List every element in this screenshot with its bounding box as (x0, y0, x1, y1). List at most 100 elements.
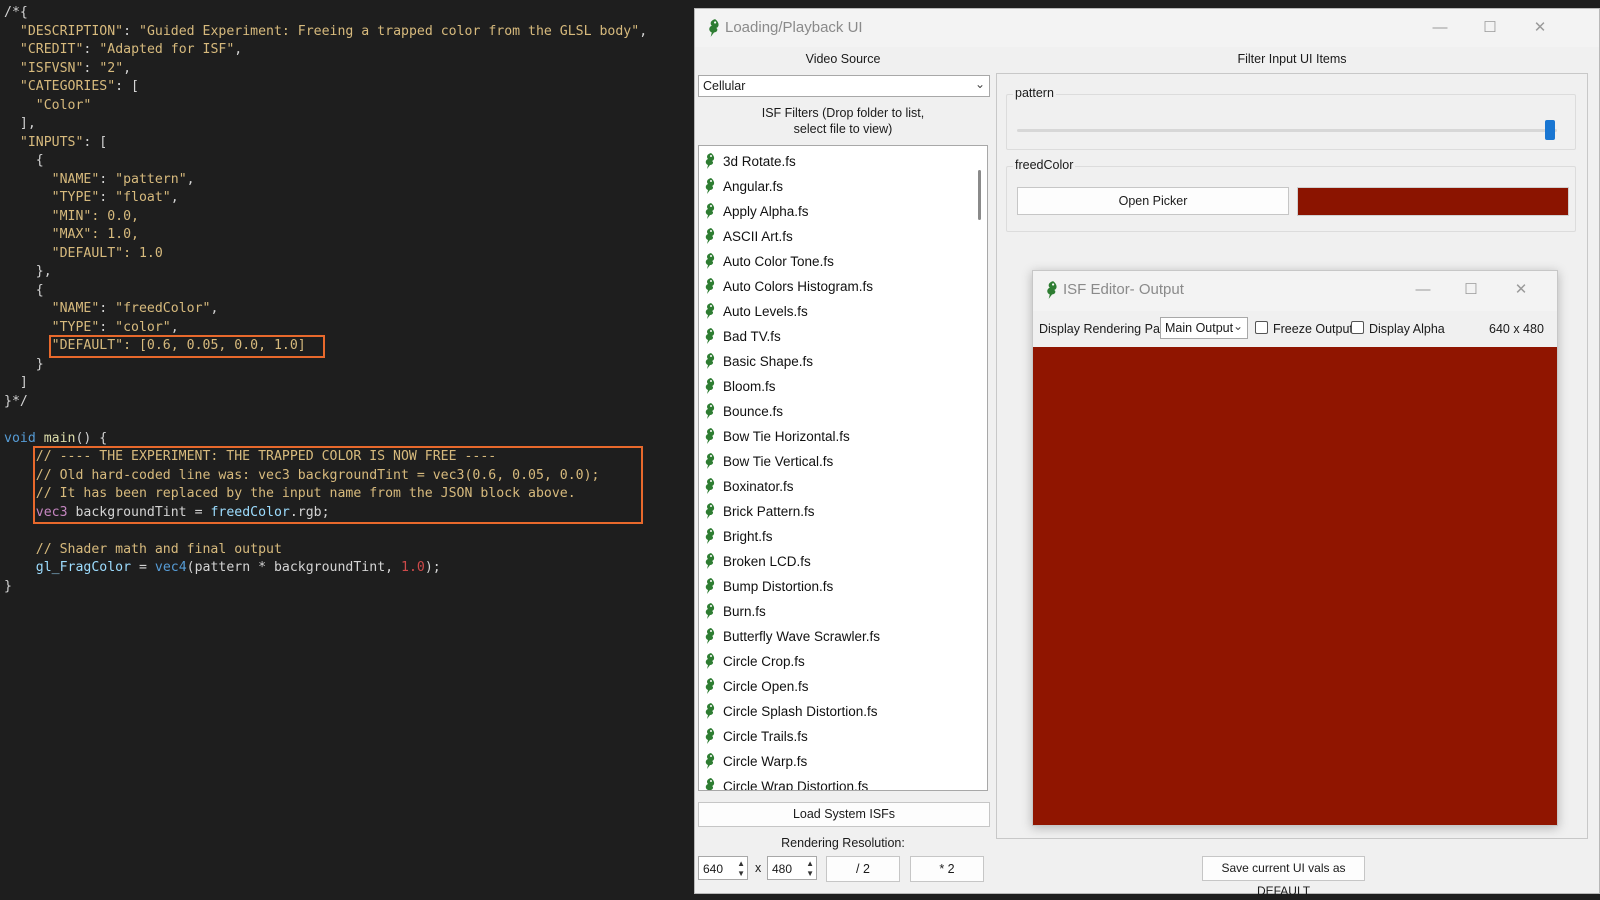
filter-list-item[interactable]: Bow Tie Vertical.fs (703, 450, 963, 474)
code-token: "CREDIT" (19, 42, 84, 57)
filter-list-item[interactable]: ASCII Art.fs (703, 225, 963, 249)
code-line: "INPUTS": [ (4, 134, 107, 153)
resolution-height-spinbox[interactable]: 480 ▲ ▼ (767, 856, 817, 880)
code-token: , (170, 190, 179, 205)
code-token: , (210, 301, 219, 316)
half-resolution-button[interactable]: / 2 (826, 856, 900, 882)
filter-name: Circle Wrap Distortion.fs (723, 779, 869, 791)
load-system-isfs-button[interactable]: Load System ISFs (698, 802, 990, 827)
filter-name: Circle Splash Distortion.fs (723, 704, 878, 719)
code-line: "TYPE": "color", (4, 319, 179, 338)
filter-list-item[interactable]: Bounce.fs (703, 400, 963, 424)
display-alpha-checkbox[interactable] (1351, 321, 1364, 334)
filter-list-item[interactable]: Burn.fs (703, 600, 963, 624)
code-line: "NAME": "pattern", (4, 171, 195, 190)
save-default-button[interactable]: Save current UI vals as DEFAULT (1202, 856, 1365, 898)
resolution-width-spinbox[interactable]: 640 ▲ ▼ (698, 856, 748, 880)
code-token: }*/ (4, 393, 28, 409)
filter-list-item[interactable]: Auto Color Tone.fs (703, 250, 963, 274)
code-token: , (186, 171, 195, 187)
isf-file-icon (705, 578, 715, 594)
filter-list-item[interactable]: Bloom.fs (703, 375, 963, 399)
spin-up-icon[interactable]: ▲ (806, 859, 814, 868)
isf-file-icon (705, 278, 715, 294)
freeze-output-checkbox[interactable] (1255, 321, 1268, 334)
filter-list-item[interactable]: Auto Colors Histogram.fs (703, 275, 963, 299)
filter-name: 3d Rotate.fs (723, 154, 796, 169)
isf-filters-label-line2: select file to view) (793, 122, 893, 136)
spin-down-icon[interactable]: ▼ (806, 869, 814, 878)
filter-list-item[interactable]: Circle Wrap Distortion.fs (703, 775, 963, 791)
minimize-button[interactable]: — (1425, 17, 1455, 39)
filter-list-item[interactable]: Brick Pattern.fs (703, 500, 963, 524)
filter-list-scrollbar[interactable] (973, 146, 987, 790)
code-line: "DEFAULT": 1.0 (4, 245, 163, 264)
isf-filter-list[interactable]: 3d Rotate.fs Angular.fs Apply Alpha.fs ASCI… (698, 145, 988, 791)
filter-list-item[interactable]: Circle Splash Distortion.fs (703, 700, 963, 724)
video-source-label: Video Source (805, 52, 881, 66)
code-token: : 0.0, (91, 208, 139, 224)
filter-list-item[interactable]: Broken LCD.fs (703, 550, 963, 574)
filter-list-item[interactable]: Bump Distortion.fs (703, 575, 963, 599)
code-token: { (4, 153, 44, 168)
code-token: "Color" (35, 97, 92, 113)
pattern-slider-track[interactable] (1017, 129, 1557, 132)
code-token: // Old hard-coded line was: vec3 backgro… (4, 467, 600, 483)
close-button[interactable]: ✕ (1506, 279, 1536, 301)
filter-list-item[interactable]: Circle Trails.fs (703, 725, 963, 749)
maximize-button[interactable]: ☐ (1456, 279, 1486, 301)
maximize-button[interactable]: ☐ (1475, 17, 1505, 39)
spin-down-icon[interactable]: ▼ (737, 869, 745, 878)
resolution-x-label: x (755, 861, 762, 875)
code-token: "color" (115, 319, 171, 335)
isf-file-icon (705, 478, 715, 494)
code-line: }, (4, 263, 52, 282)
filter-list-item[interactable]: Bow Tie Horizontal.fs (703, 425, 963, 449)
video-source-select[interactable]: Cellular ⌄ (698, 75, 990, 97)
code-editor[interactable]: /*{ "DESCRIPTION": "Guided Experiment: F… (0, 0, 694, 900)
code-line: /*{ (4, 4, 28, 23)
window-title: Loading/Playback UI (725, 19, 863, 36)
filter-name: Broken LCD.fs (723, 554, 811, 569)
isf-file-icon (705, 178, 715, 194)
pattern-slider-handle[interactable] (1545, 120, 1555, 140)
filter-list-item[interactable]: Basic Shape.fs (703, 350, 963, 374)
code-token: ] (4, 375, 28, 390)
code-token: "MIN" (51, 208, 92, 224)
spin-up-icon[interactable]: ▲ (737, 859, 745, 868)
filter-list-item[interactable]: Angular.fs (703, 175, 963, 199)
filter-list-item[interactable]: Bright.fs (703, 525, 963, 549)
filter-list-item[interactable]: Boxinator.fs (703, 475, 963, 499)
freeze-output-label: Freeze Output (1273, 322, 1353, 336)
code-token: : (99, 301, 116, 316)
close-button[interactable]: ✕ (1525, 17, 1555, 39)
scrollbar-thumb[interactable] (978, 170, 981, 220)
filter-list-item[interactable]: 3d Rotate.fs (703, 150, 963, 174)
filter-list-item[interactable]: Auto Levels.fs (703, 300, 963, 324)
filter-list-item[interactable]: Butterfly Wave Scrawler.fs (703, 625, 963, 649)
code-line: "TYPE": "float", (4, 189, 179, 208)
freedcolor-swatch[interactable] (1297, 187, 1569, 216)
rendering-pass-value: Main Output (1165, 321, 1234, 335)
filter-list-item[interactable]: Circle Crop.fs (703, 650, 963, 674)
render-output-view[interactable] (1033, 347, 1557, 825)
rendering-pass-select[interactable]: Main Output ⌄ (1160, 317, 1248, 339)
minimize-button[interactable]: — (1408, 279, 1438, 301)
code-token: "ISFVSN" (19, 60, 84, 76)
filter-list-item[interactable]: Bad TV.fs (703, 325, 963, 349)
pattern-label: pattern (1013, 86, 1056, 100)
double-resolution-button[interactable]: * 2 (910, 856, 984, 882)
filter-list-item[interactable]: Circle Warp.fs (703, 750, 963, 774)
code-token: , (234, 42, 243, 57)
filter-list-item[interactable]: Apply Alpha.fs (703, 200, 963, 224)
isf-file-icon (705, 553, 715, 569)
open-picker-button[interactable]: Open Picker (1017, 187, 1289, 215)
filter-list-item[interactable]: Circle Open.fs (703, 675, 963, 699)
code-token: , (123, 60, 132, 76)
code-token: : 1.0 (123, 245, 163, 261)
code-token: }, (4, 264, 52, 279)
code-token: (pattern * backgroundTint, (186, 560, 402, 575)
code-token: "TYPE" (51, 190, 100, 205)
